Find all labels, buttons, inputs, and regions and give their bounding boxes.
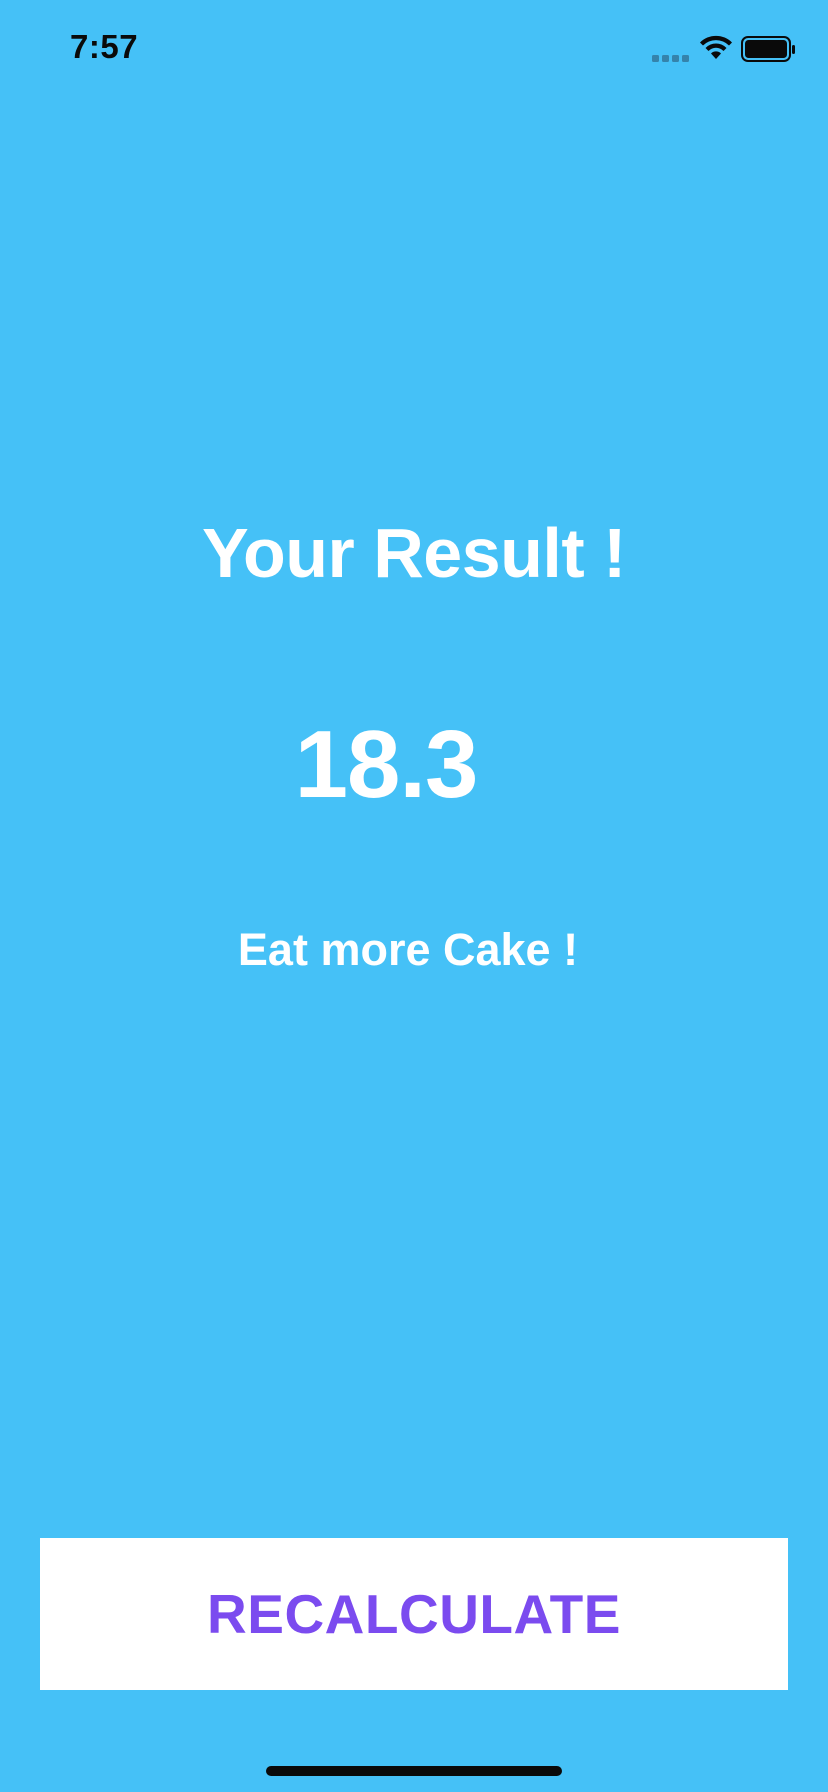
advice-text: Eat more Cake ! bbox=[237, 924, 579, 975]
wifi-icon bbox=[700, 35, 732, 59]
bmi-value: 18.3 bbox=[294, 711, 479, 818]
recalculate-label: RECALCULATE bbox=[207, 1583, 621, 1645]
recalculate-button[interactable]: RECALCULATE bbox=[40, 1538, 788, 1690]
battery-icon bbox=[741, 36, 795, 62]
cellular-signal-icon bbox=[652, 55, 690, 63]
result-title: Your Result ! bbox=[202, 514, 626, 592]
status-time: 7:57 bbox=[70, 28, 139, 65]
home-indicator bbox=[266, 1766, 562, 1776]
status-bar: 7:57 bbox=[0, 0, 828, 100]
